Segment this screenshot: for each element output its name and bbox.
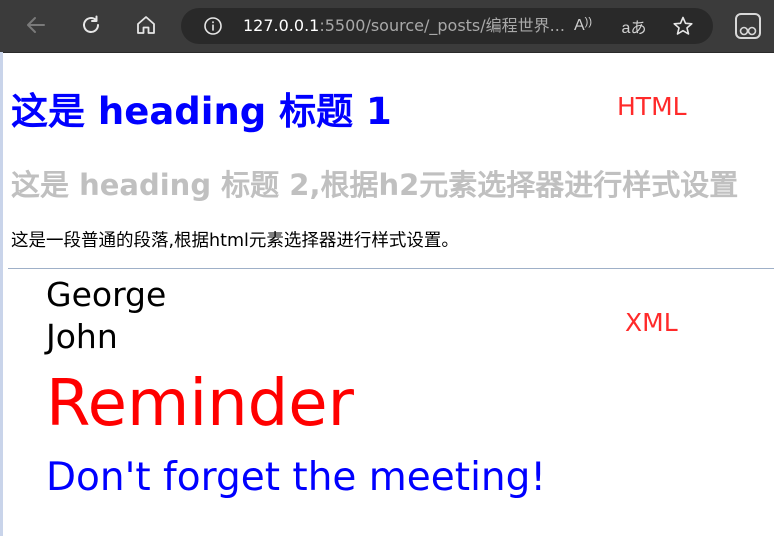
paragraph: 这是一段普通的段落,根据html元素选择器进行样式设置。: [11, 231, 459, 251]
browser-toolbar: 127.0.0.1:5500/source/_posts/编程世界... A))…: [0, 0, 774, 53]
translate-icon[interactable]: aあ: [617, 14, 651, 38]
profile-icon[interactable]: [735, 13, 761, 39]
read-aloud-icon[interactable]: A)): [571, 14, 595, 38]
url-text[interactable]: 127.0.0.1:5500/source/_posts/编程世界...: [243, 8, 565, 44]
heading-2: 这是 heading 标题 2,根据h2元素选择器进行样式设置: [11, 168, 739, 202]
translate-glyph: aあ: [621, 20, 647, 37]
url-host: 127.0.0.1: [243, 16, 320, 35]
xml-to: George: [46, 275, 167, 314]
home-icon[interactable]: [132, 11, 160, 39]
xml-heading: Reminder: [46, 367, 354, 441]
url-path: :5500/source/_posts/编程世界...: [319, 16, 565, 35]
page-left-border: [0, 52, 3, 536]
html-section-label: HTML: [617, 92, 687, 121]
reload-icon[interactable]: [77, 11, 105, 39]
xml-section-label: XML: [625, 308, 678, 337]
back-arrow-icon[interactable]: [22, 11, 50, 39]
section-divider: [8, 268, 774, 269]
address-bar[interactable]: 127.0.0.1:5500/source/_posts/编程世界... A))…: [181, 8, 713, 44]
read-aloud-glyph: A: [574, 17, 585, 34]
heading-1: 这是 heading 标题 1: [11, 90, 392, 133]
info-icon[interactable]: [203, 16, 223, 36]
favorite-star-icon[interactable]: [671, 14, 695, 38]
xml-from: John: [46, 317, 118, 356]
xml-body: Don't forget the meeting!: [46, 455, 547, 500]
